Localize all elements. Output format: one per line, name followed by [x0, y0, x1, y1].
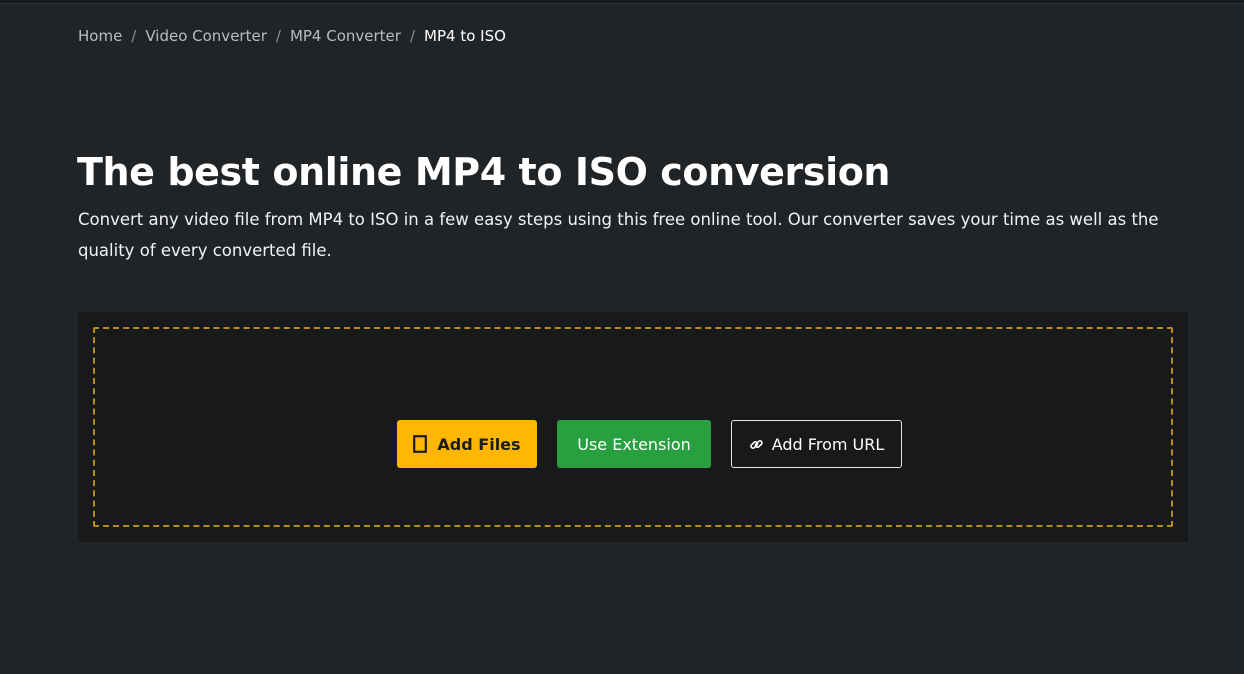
breadcrumb-mp4-converter-link[interactable]: MP4 Converter — [290, 26, 401, 46]
breadcrumb: Home / Video Converter / MP4 Converter /… — [78, 26, 506, 46]
page-title: The best online MP4 to ISO conversion — [77, 150, 891, 194]
add-from-url-label: Add From URL — [771, 434, 885, 454]
breadcrumb-current-page: MP4 to ISO — [424, 27, 506, 45]
breadcrumb-video-converter-link[interactable]: Video Converter — [145, 26, 267, 46]
page-description: Convert any video file from MP4 to ISO i… — [78, 210, 1159, 260]
link-icon — [749, 437, 764, 452]
use-extension-label: Use Extension — [577, 434, 691, 454]
upload-panel: Add Files Use Extension Add From URL — [78, 312, 1188, 542]
breadcrumb-separator: / — [131, 27, 137, 45]
file-icon — [413, 435, 428, 453]
add-files-label: Add Files — [437, 434, 521, 454]
use-extension-button[interactable]: Use Extension — [557, 420, 711, 468]
top-divider — [0, 0, 1244, 4]
add-files-button[interactable]: Add Files — [397, 420, 537, 468]
add-from-url-button[interactable]: Add From URL — [731, 420, 902, 468]
breadcrumb-separator: / — [409, 27, 416, 45]
breadcrumb-home-link[interactable]: Home — [78, 26, 122, 46]
file-drop-zone[interactable]: Add Files Use Extension Add From URL — [93, 327, 1173, 527]
breadcrumb-separator: / — [275, 27, 281, 45]
